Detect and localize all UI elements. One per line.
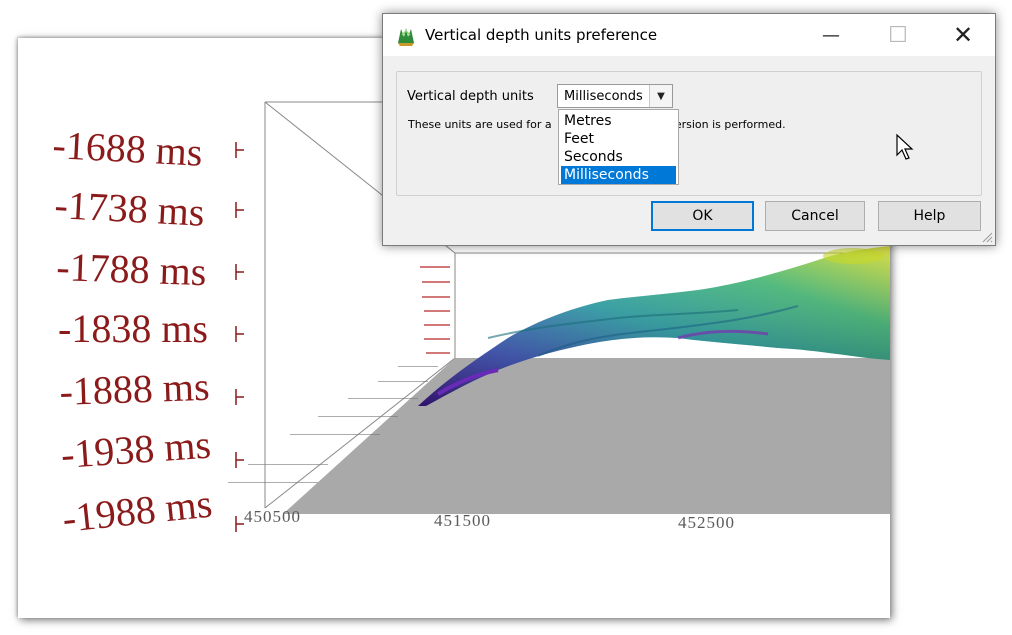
depth-tick-mark — [235, 516, 244, 532]
help-button[interactable]: Help — [878, 201, 981, 231]
depth-tick-mark — [235, 142, 244, 158]
depth-tick-mark — [235, 452, 244, 468]
minimize-icon: — — [822, 24, 840, 46]
minimize-button[interactable]: — — [803, 14, 859, 56]
app-icon — [398, 28, 414, 46]
mouse-cursor-icon — [896, 133, 914, 160]
dropdown-arrow-icon[interactable]: ▼ — [649, 85, 672, 107]
depth-tick-mark — [235, 326, 244, 342]
maximize-icon: ☐ — [888, 22, 908, 48]
depth-tick-mark — [235, 264, 244, 280]
back-wall-ticks — [420, 266, 450, 354]
depth-tick-label: -1988 ms — [60, 481, 214, 541]
easting-tick-label: 450500 — [244, 507, 301, 526]
close-icon: ✕ — [952, 21, 974, 49]
combobox-selected-value: Milliseconds — [564, 89, 643, 104]
vertical-depth-units-combobox[interactable]: Milliseconds ▼ — [557, 84, 673, 108]
floor-plane — [283, 358, 890, 514]
description-start: These units are used for a — [408, 118, 552, 131]
depth-tick-label: -1888 ms — [59, 364, 210, 414]
easting-tick-label: 451500 — [434, 511, 491, 530]
depth-tick-label: -1788 ms — [56, 244, 207, 294]
depth-tick-label: -1688 ms — [52, 122, 204, 175]
option-seconds[interactable]: Seconds — [561, 148, 676, 166]
depth-axis-ticks — [235, 142, 244, 532]
depth-tick-label: -1738 ms — [54, 182, 206, 235]
easting-tick-label: 452500 — [678, 513, 735, 532]
depth-tick-label: -1838 ms — [58, 306, 208, 351]
cancel-button[interactable]: Cancel — [765, 201, 865, 231]
dialog-titlebar[interactable]: Vertical depth units preference — ☐ ✕ — [383, 14, 995, 56]
close-button[interactable]: ✕ — [935, 14, 991, 56]
depth-axis-labels: -1688 ms -1738 ms -1788 ms -1838 ms -1888 ms… — [52, 122, 215, 541]
resize-grip-icon[interactable] — [981, 231, 993, 243]
option-milliseconds[interactable]: Milliseconds — [561, 166, 676, 184]
depth-tick-mark — [235, 389, 244, 405]
option-feet[interactable]: Feet — [561, 130, 676, 148]
ok-button[interactable]: OK — [651, 201, 754, 231]
depth-tick-mark — [235, 202, 244, 218]
units-dropdown-list[interactable]: Metres Feet Seconds Milliseconds — [558, 109, 679, 185]
units-preference-dialog: Vertical depth units preference — ☐ ✕ Ve… — [382, 13, 996, 246]
depth-tick-label: -1938 ms — [59, 422, 212, 477]
vertical-depth-units-label: Vertical depth units — [407, 89, 534, 104]
option-metres[interactable]: Metres — [561, 112, 676, 130]
screen: -1688 ms -1738 ms -1788 ms -1838 ms -1888 ms… — [0, 0, 1012, 635]
dialog-title: Vertical depth units preference — [425, 26, 658, 44]
maximize-button[interactable]: ☐ — [870, 14, 926, 56]
